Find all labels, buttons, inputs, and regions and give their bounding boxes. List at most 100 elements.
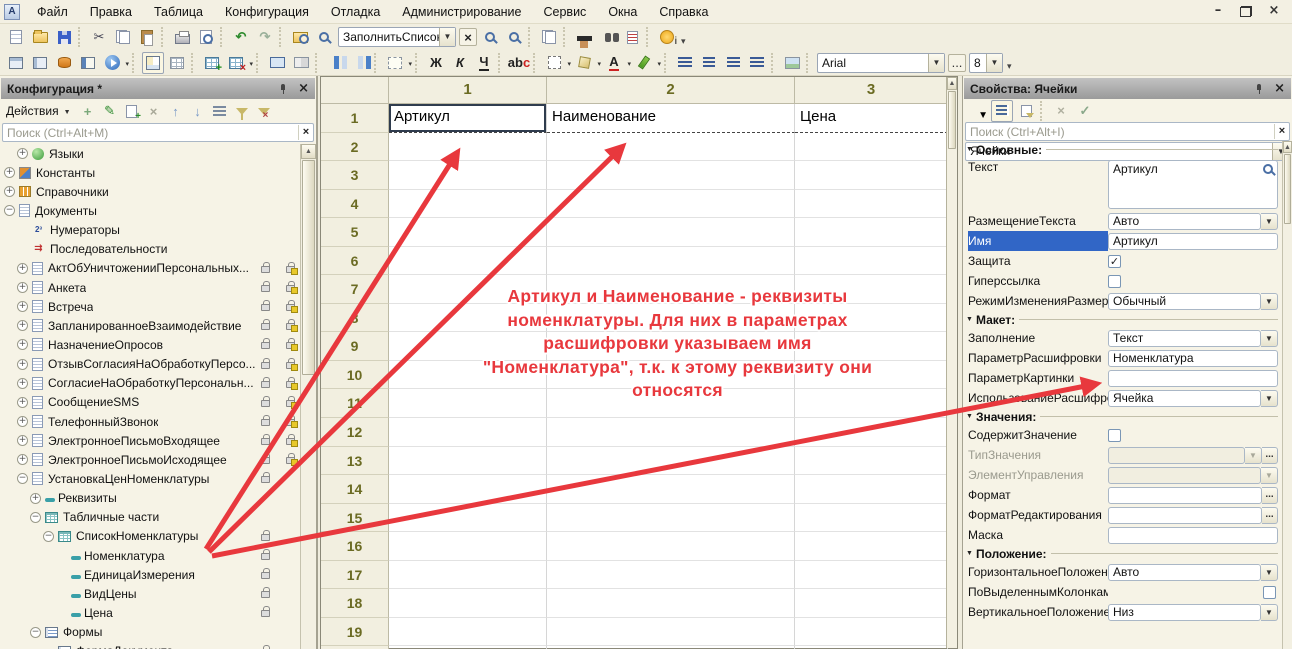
copy-format-button[interactable] [538,26,560,48]
chevron-down-icon[interactable]: ▾ [249,60,253,68]
cell-r5c3[interactable] [795,218,948,247]
cell-r15c1[interactable] [389,504,547,533]
tree-item-6[interactable]: +АктОбУничтоженииПерсональных... [0,259,299,278]
tree-item-9[interactable]: +ЗапланированноеВзаимодействие [0,316,299,335]
tree-item-15[interactable]: +ЭлектронноеПисьмоВходящее [0,431,299,450]
ellipsis-button[interactable]: ... [1262,447,1278,464]
cell-r4c3[interactable] [795,190,948,219]
cell-r12c3[interactable] [795,418,948,447]
clear-search-button[interactable]: × [459,28,477,46]
font-name-select[interactable]: Arial▼ [817,53,945,73]
tree-item-2[interactable]: +Справочники [0,182,299,201]
column-insert-right-button[interactable] [349,52,371,74]
tree-item-7[interactable]: +Анкета [0,278,299,297]
expand-icon[interactable]: + [17,397,28,408]
chevron-down-icon[interactable]: ▼ [439,28,455,46]
tree-item-4[interactable]: 2³Нумераторы [0,221,299,240]
cell-r11c1[interactable] [389,389,547,418]
undo-button[interactable]: ↶ [230,26,252,48]
expand-icon[interactable]: + [17,282,28,293]
tree-item-25[interactable]: −Формы [0,623,299,642]
menu-item-4[interactable]: Отладка [320,5,391,19]
find-button[interactable] [313,26,335,48]
property-value-input[interactable] [1108,507,1262,524]
property-value-input[interactable] [1108,370,1278,387]
expand-icon[interactable]: + [17,378,28,389]
tree-item-17[interactable]: −УстановкаЦенНоменклатуры [0,469,299,488]
procedure-search-select[interactable]: ЗаполнитьСписокНеод▼ [338,27,456,47]
row-header-16[interactable]: 16 [321,532,389,561]
cell-r14c3[interactable] [795,475,948,504]
ellipsis-button[interactable]: ... [1262,507,1278,524]
property-value-input[interactable]: Авто [1108,564,1261,581]
sort-button[interactable] [210,101,230,121]
chevron-down-icon[interactable]: ▼ [1245,447,1262,464]
toolbar-overflow-icon[interactable]: ▾ [681,36,686,47]
cell-r9c3[interactable] [795,332,948,361]
section-collapse-icon[interactable]: ▼ [966,413,973,420]
row-header-11[interactable]: 11 [321,389,389,418]
row-header-2[interactable]: 2 [321,133,389,162]
cell-r8c3[interactable] [795,304,948,333]
cell-r14c1[interactable] [389,475,547,504]
cell-r13c3[interactable] [795,447,948,476]
chevron-down-icon[interactable]: ▼ [986,54,1002,72]
cell-r14c2[interactable] [547,475,795,504]
property-value-input[interactable]: Обычный [1108,293,1261,310]
highlight-button[interactable]: ▾ [633,52,655,74]
row-header-6[interactable]: 6 [321,247,389,276]
property-checkbox[interactable] [1263,586,1276,599]
cell-r16c1[interactable] [389,532,547,561]
cell-r12c1[interactable] [389,418,547,447]
cell-r9c2[interactable] [547,332,795,361]
cell-r4c1[interactable] [389,190,547,219]
row-header-18[interactable]: 18 [321,589,389,618]
show-categories-button[interactable] [991,100,1013,122]
chevron-down-icon[interactable]: ▼ [1261,330,1278,347]
cell-r13c2[interactable] [547,447,795,476]
cell-r1c1[interactable]: Артикул [389,104,547,133]
cell-r1c2[interactable]: Наименование [547,104,795,133]
open-file-button[interactable] [29,26,51,48]
merge-cells-button[interactable] [266,52,288,74]
tree-item-19[interactable]: −Табличные части [0,508,299,527]
cell-r6c2[interactable] [547,247,795,276]
run-button[interactable]: ▾ [101,52,123,74]
add-button[interactable]: + [78,101,98,121]
expand-icon[interactable]: + [17,339,28,350]
tree-item-3[interactable]: −Документы [0,201,299,220]
column-header-2[interactable]: 2 [547,77,795,104]
cell-r3c2[interactable] [547,161,795,190]
cell-r17c2[interactable] [547,561,795,590]
expand-icon[interactable]: + [17,301,28,312]
cell-r8c2[interactable] [547,304,795,333]
align-center-button[interactable] [698,52,720,74]
chevron-down-icon[interactable]: ▾ [125,60,129,68]
global-search-button[interactable] [597,26,619,48]
chevron-down-icon[interactable]: ▾ [627,60,631,68]
italic-button[interactable]: К [449,52,471,74]
tree-item-26[interactable]: ФормаДокумента [0,642,299,649]
properties-search-clear-button[interactable]: × [1274,124,1289,139]
cell-r5c1[interactable] [389,218,547,247]
delete-button[interactable]: × [144,101,164,121]
cell-r10c3[interactable] [795,361,948,390]
expand-icon[interactable]: + [17,263,28,274]
sort-alphabetical-button[interactable]: ▼ [967,100,989,122]
data-structure-button[interactable] [53,52,75,74]
expand-icon[interactable]: + [17,359,28,370]
cell-r6c3[interactable] [795,247,948,276]
cell-r2c3[interactable] [795,133,948,162]
cell-r8c1[interactable] [389,304,547,333]
expand-icon[interactable]: + [17,454,28,465]
row-header-8[interactable]: 8 [321,304,389,333]
cell-r18c3[interactable] [795,589,948,618]
insert-image-button[interactable] [781,52,803,74]
add-table-button[interactable] [201,52,223,74]
sheet-corner-cell[interactable] [321,77,389,104]
align-right-button[interactable] [722,52,744,74]
expand-icon[interactable]: + [17,148,28,159]
tree-item-8[interactable]: +Встреча [0,297,299,316]
chevron-down-icon[interactable]: ▼ [1261,604,1278,621]
property-value-input[interactable] [1108,487,1262,504]
